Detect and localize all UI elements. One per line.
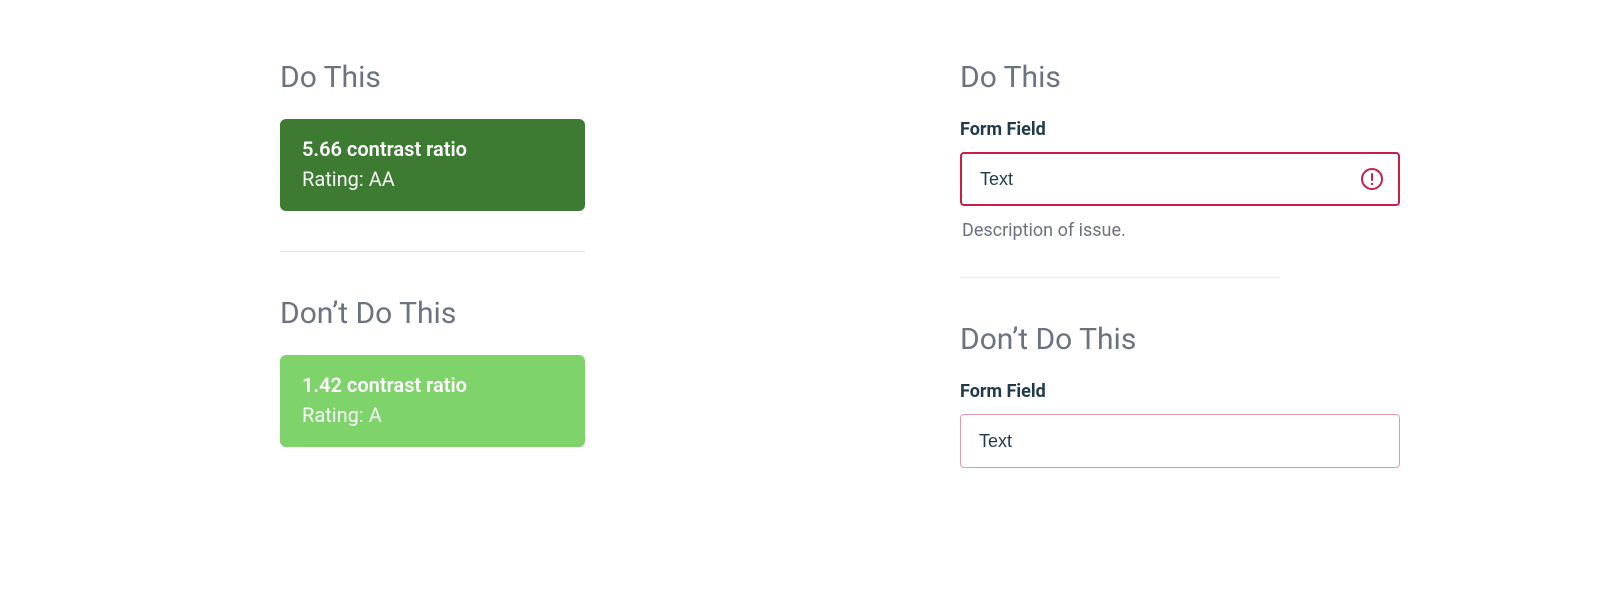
dont-do-this-heading: Don’t Do This xyxy=(280,296,730,331)
contrast-ratio-value: 5.66 contrast ratio xyxy=(302,137,563,161)
contrast-swatch-bad: 1.42 contrast ratio Rating: A xyxy=(280,355,585,447)
form-field-input[interactable] xyxy=(960,414,1400,468)
form-field-input[interactable] xyxy=(960,152,1400,206)
divider xyxy=(960,277,1280,278)
form-examples-column: Do This Form Field Description of issue.… xyxy=(960,60,1410,468)
dont-do-this-heading: Don’t Do This xyxy=(960,322,1410,357)
do-this-heading: Do This xyxy=(960,60,1410,95)
form-field-wrap xyxy=(960,414,1400,468)
form-field-label: Form Field xyxy=(960,381,1410,402)
form-field-label: Form Field xyxy=(960,119,1410,140)
contrast-examples-column: Do This 5.66 contrast ratio Rating: AA D… xyxy=(280,60,730,487)
contrast-ratio-value: 1.42 contrast ratio xyxy=(302,373,563,397)
contrast-rating-value: Rating: A xyxy=(302,403,563,427)
alert-circle-icon xyxy=(1360,167,1384,191)
form-field-help-text: Description of issue. xyxy=(962,220,1410,241)
do-this-heading: Do This xyxy=(280,60,730,95)
contrast-swatch-good: 5.66 contrast ratio Rating: AA xyxy=(280,119,585,211)
contrast-rating-value: Rating: AA xyxy=(302,167,563,191)
divider xyxy=(280,251,585,252)
form-field-wrap xyxy=(960,152,1400,206)
